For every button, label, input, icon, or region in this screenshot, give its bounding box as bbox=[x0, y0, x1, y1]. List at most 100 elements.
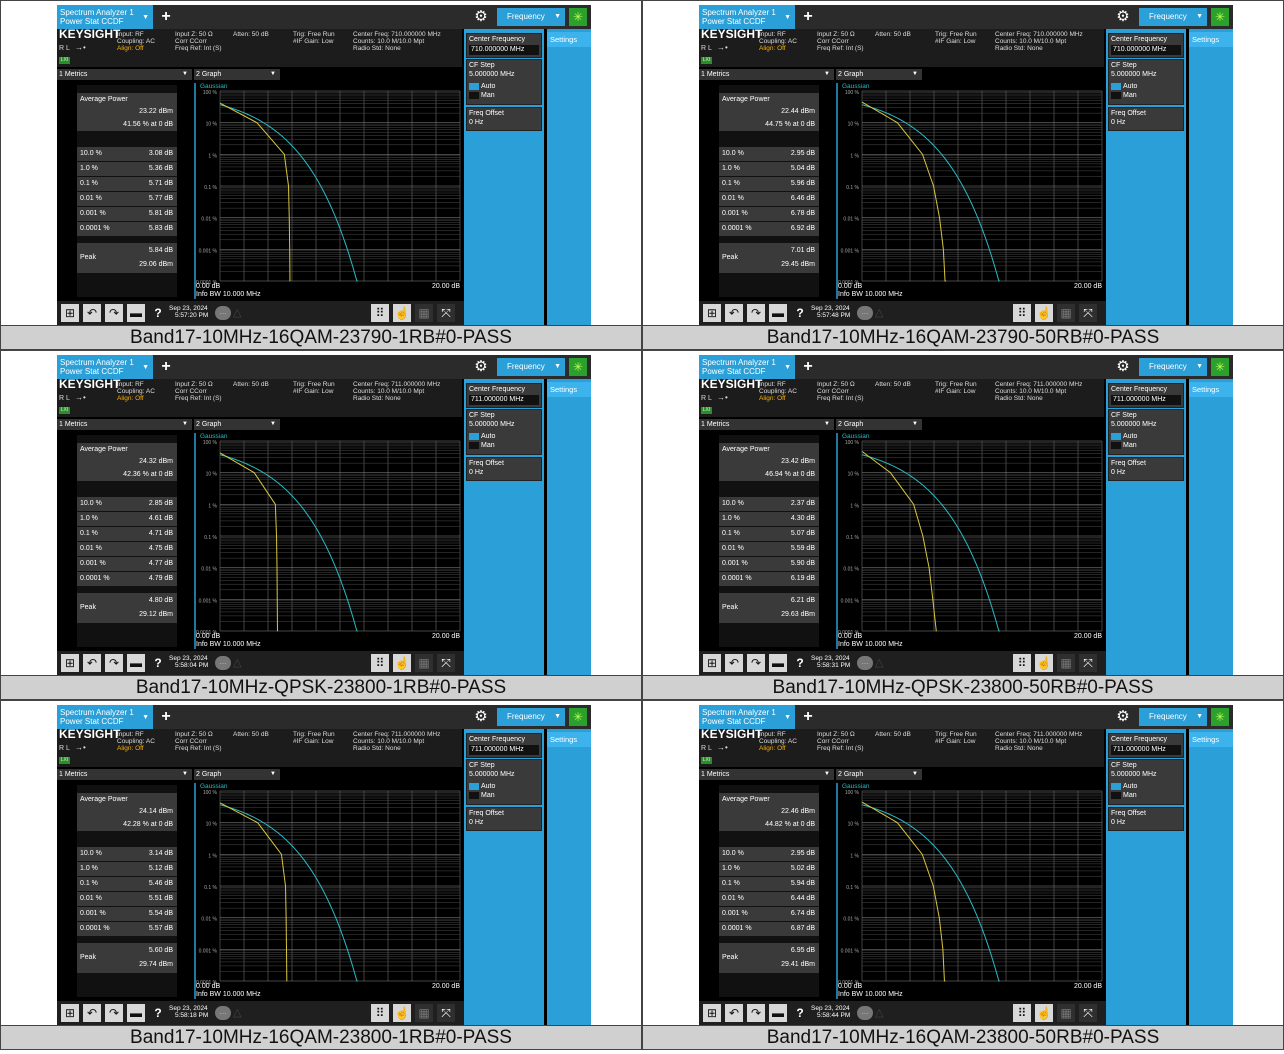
window-layout-icon[interactable]: ▦ bbox=[1057, 304, 1075, 322]
metrics-window-dropdown[interactable]: 1 Metrics ▼ bbox=[57, 769, 192, 780]
touch-icon[interactable]: ☝ bbox=[393, 1004, 411, 1022]
freq-offset-control[interactable]: Freq Offset 0 Hz bbox=[1108, 457, 1184, 481]
gear-icon[interactable]: ⚙ bbox=[1114, 708, 1132, 726]
windows-icon[interactable]: ⊞ bbox=[703, 1004, 721, 1022]
help-icon[interactable]: ? bbox=[791, 304, 809, 322]
undo-icon[interactable]: ↶ bbox=[83, 654, 101, 672]
fullscreen-icon[interactable]: ⤧ bbox=[1079, 304, 1097, 322]
windows-icon[interactable]: ⊞ bbox=[61, 1004, 79, 1022]
message-icon[interactable]: … bbox=[857, 306, 873, 320]
fullscreen-icon[interactable]: ⤧ bbox=[437, 304, 455, 322]
auto-option[interactable]: Auto bbox=[1111, 82, 1181, 91]
redo-icon[interactable]: ↷ bbox=[105, 304, 123, 322]
add-screen-button[interactable]: + bbox=[157, 358, 175, 376]
help-icon[interactable]: ? bbox=[791, 1004, 809, 1022]
freq-offset-control[interactable]: Freq Offset 0 Hz bbox=[466, 457, 542, 481]
graph-window-dropdown[interactable]: 2 Graph ▼ bbox=[836, 69, 922, 80]
center-frequency-control[interactable]: Center Frequency 711.000000 MHz bbox=[1108, 383, 1184, 408]
folder-icon[interactable]: ▬ bbox=[127, 1004, 145, 1022]
keypad-icon[interactable]: ⠿ bbox=[1013, 1004, 1031, 1022]
settings-tab[interactable]: Settings bbox=[547, 382, 591, 397]
settings-tab[interactable]: Settings bbox=[547, 32, 591, 47]
metrics-window-dropdown[interactable]: 1 Metrics ▼ bbox=[57, 419, 192, 430]
center-frequency-control[interactable]: Center Frequency 711.000000 MHz bbox=[466, 383, 542, 408]
frequency-menu-button[interactable]: Frequency ▼ bbox=[497, 708, 565, 726]
help-icon[interactable]: ? bbox=[149, 304, 167, 322]
help-icon[interactable]: ? bbox=[149, 1004, 167, 1022]
graph-window-dropdown[interactable]: 2 Graph ▼ bbox=[194, 769, 280, 780]
sweep-status-icon[interactable]: ✳ bbox=[1211, 708, 1229, 726]
gear-icon[interactable]: ⚙ bbox=[1114, 358, 1132, 376]
graph-window-dropdown[interactable]: 2 Graph ▼ bbox=[836, 769, 922, 780]
message-icon[interactable]: … bbox=[857, 656, 873, 670]
cf-step-control[interactable]: CF Step 5.000000 MHz Auto Man bbox=[466, 409, 542, 455]
folder-icon[interactable]: ▬ bbox=[769, 654, 787, 672]
sweep-status-icon[interactable]: ✳ bbox=[1211, 358, 1229, 376]
frequency-menu-button[interactable]: Frequency ▼ bbox=[1139, 8, 1207, 26]
freq-offset-control[interactable]: Freq Offset 0 Hz bbox=[1108, 807, 1184, 831]
settings-tab[interactable]: Settings bbox=[1189, 32, 1233, 47]
add-screen-button[interactable]: + bbox=[157, 708, 175, 726]
windows-icon[interactable]: ⊞ bbox=[703, 304, 721, 322]
freq-offset-control[interactable]: Freq Offset 0 Hz bbox=[1108, 107, 1184, 131]
window-layout-icon[interactable]: ▦ bbox=[415, 1004, 433, 1022]
man-option[interactable]: Man bbox=[469, 791, 539, 800]
add-screen-button[interactable]: + bbox=[799, 358, 817, 376]
fullscreen-icon[interactable]: ⤧ bbox=[1079, 1004, 1097, 1022]
frequency-menu-button[interactable]: Frequency ▼ bbox=[497, 358, 565, 376]
redo-icon[interactable]: ↷ bbox=[105, 654, 123, 672]
add-screen-button[interactable]: + bbox=[799, 708, 817, 726]
instrument-tab[interactable]: Spectrum Analyzer 1 Power Stat CCDF ▼ bbox=[699, 5, 795, 29]
auto-option[interactable]: Auto bbox=[1111, 782, 1181, 791]
metrics-window-dropdown[interactable]: 1 Metrics ▼ bbox=[699, 419, 834, 430]
metrics-window-dropdown[interactable]: 1 Metrics ▼ bbox=[699, 69, 834, 80]
undo-icon[interactable]: ↶ bbox=[83, 304, 101, 322]
cf-step-control[interactable]: CF Step 5.000000 MHz Auto Man bbox=[1108, 409, 1184, 455]
cf-step-control[interactable]: CF Step 5.000000 MHz Auto Man bbox=[466, 759, 542, 805]
fullscreen-icon[interactable]: ⤧ bbox=[437, 654, 455, 672]
auto-option[interactable]: Auto bbox=[469, 82, 539, 91]
center-frequency-control[interactable]: Center Frequency 710.000000 MHz bbox=[466, 33, 542, 58]
cf-step-control[interactable]: CF Step 5.000000 MHz Auto Man bbox=[466, 59, 542, 105]
folder-icon[interactable]: ▬ bbox=[127, 304, 145, 322]
instrument-tab[interactable]: Spectrum Analyzer 1 Power Stat CCDF ▼ bbox=[699, 705, 795, 729]
frequency-menu-button[interactable]: Frequency ▼ bbox=[1139, 358, 1207, 376]
center-frequency-control[interactable]: Center Frequency 710.000000 MHz bbox=[1108, 33, 1184, 58]
auto-option[interactable]: Auto bbox=[469, 432, 539, 441]
man-option[interactable]: Man bbox=[1111, 791, 1181, 800]
folder-icon[interactable]: ▬ bbox=[127, 654, 145, 672]
keypad-icon[interactable]: ⠿ bbox=[371, 1004, 389, 1022]
man-option[interactable]: Man bbox=[1111, 441, 1181, 450]
freq-offset-control[interactable]: Freq Offset 0 Hz bbox=[466, 807, 542, 831]
add-screen-button[interactable]: + bbox=[799, 8, 817, 26]
man-option[interactable]: Man bbox=[469, 441, 539, 450]
help-icon[interactable]: ? bbox=[791, 654, 809, 672]
center-frequency-control[interactable]: Center Frequency 711.000000 MHz bbox=[1108, 733, 1184, 758]
help-icon[interactable]: ? bbox=[149, 654, 167, 672]
sweep-status-icon[interactable]: ✳ bbox=[569, 708, 587, 726]
touch-icon[interactable]: ☝ bbox=[1035, 1004, 1053, 1022]
man-option[interactable]: Man bbox=[469, 91, 539, 100]
freq-offset-control[interactable]: Freq Offset 0 Hz bbox=[466, 107, 542, 131]
keypad-icon[interactable]: ⠿ bbox=[1013, 304, 1031, 322]
auto-option[interactable]: Auto bbox=[469, 782, 539, 791]
keypad-icon[interactable]: ⠿ bbox=[1013, 654, 1031, 672]
window-layout-icon[interactable]: ▦ bbox=[1057, 1004, 1075, 1022]
undo-icon[interactable]: ↶ bbox=[725, 1004, 743, 1022]
message-icon[interactable]: … bbox=[857, 1006, 873, 1020]
redo-icon[interactable]: ↷ bbox=[105, 1004, 123, 1022]
settings-tab[interactable]: Settings bbox=[547, 732, 591, 747]
instrument-tab[interactable]: Spectrum Analyzer 1 Power Stat CCDF ▼ bbox=[699, 355, 795, 379]
settings-tab[interactable]: Settings bbox=[1189, 382, 1233, 397]
gear-icon[interactable]: ⚙ bbox=[472, 358, 490, 376]
sweep-status-icon[interactable]: ✳ bbox=[1211, 8, 1229, 26]
folder-icon[interactable]: ▬ bbox=[769, 304, 787, 322]
graph-window-dropdown[interactable]: 2 Graph ▼ bbox=[194, 69, 280, 80]
graph-window-dropdown[interactable]: 2 Graph ▼ bbox=[194, 419, 280, 430]
frequency-menu-button[interactable]: Frequency ▼ bbox=[1139, 708, 1207, 726]
center-frequency-field[interactable]: 711.000000 MHz bbox=[469, 395, 539, 405]
sweep-status-icon[interactable]: ✳ bbox=[569, 8, 587, 26]
gear-icon[interactable]: ⚙ bbox=[1114, 8, 1132, 26]
undo-icon[interactable]: ↶ bbox=[83, 1004, 101, 1022]
redo-icon[interactable]: ↷ bbox=[747, 304, 765, 322]
